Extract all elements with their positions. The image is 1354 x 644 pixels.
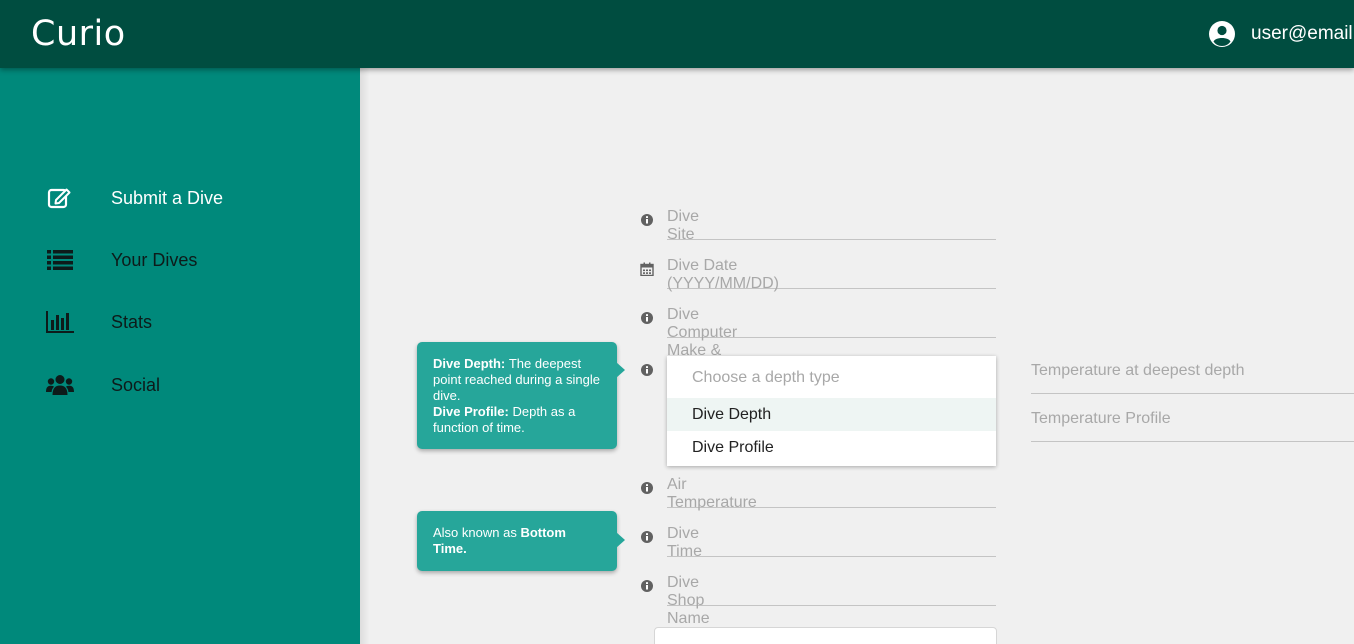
temperature-deepest-placeholder: Temperature at deepest depth: [1031, 362, 1245, 379]
depth-option-dive-depth[interactable]: Dive Depth: [667, 398, 996, 431]
info-icon[interactable]: [640, 481, 654, 495]
list-icon: [46, 248, 74, 272]
account-circle-icon: [1208, 20, 1236, 48]
dive-time-input[interactable]: [667, 521, 996, 557]
dive-site-input[interactable]: [667, 204, 996, 240]
tooltip-term-dive-depth: Dive Depth:: [433, 356, 509, 371]
depth-type-placeholder: Choose a depth type: [692, 369, 840, 386]
dive-shop-input[interactable]: [667, 570, 996, 606]
tooltip-arrow: [616, 532, 625, 548]
sidebar-item-social[interactable]: Social: [0, 360, 360, 410]
tooltip-term-dive-profile: Dive Profile:: [433, 404, 513, 419]
users-icon: [46, 373, 74, 397]
depth-tooltip: Dive Depth: The deepest point reached du…: [417, 342, 625, 449]
air-temperature-placeholder: Air Temperature: [667, 476, 757, 511]
user-email: user@email: [1251, 23, 1353, 44]
temperature-profile-input[interactable]: Temperature Profile: [1031, 404, 1354, 442]
dive-date-placeholder: Dive Date (YYYY/MM/DD): [667, 257, 779, 292]
sidebar-item-label: Your Dives: [111, 249, 198, 270]
edit-icon: [46, 186, 74, 210]
content-shadow: [360, 68, 370, 644]
bar-chart-icon: [46, 310, 74, 334]
dive-time-tooltip: Also known as Bottom Time.: [417, 511, 625, 571]
next-field-box[interactable]: [654, 627, 997, 644]
sidebar-item-label: Social: [111, 374, 161, 395]
tooltip-arrow: [616, 362, 625, 378]
top-app-bar: Curio user@email: [0, 0, 1354, 68]
sidebar-item-your-dives[interactable]: Your Dives: [0, 235, 360, 285]
info-icon[interactable]: [640, 363, 654, 377]
sidebar-item-label: Submit a Dive: [111, 187, 224, 208]
depth-option-dive-profile[interactable]: Dive Profile: [667, 431, 996, 464]
user-menu[interactable]: user@email: [1208, 18, 1353, 50]
tooltip-prefix: Also known as: [433, 525, 521, 540]
dive-site-placeholder: Dive Site: [667, 208, 700, 243]
sidebar: Submit a Dive Your Dives Stats Social: [0, 68, 360, 644]
calendar-icon[interactable]: [640, 262, 654, 277]
temperature-deepest-input[interactable]: Temperature at deepest depth: [1031, 356, 1354, 394]
sidebar-item-stats[interactable]: Stats: [0, 297, 360, 347]
dive-time-placeholder: Dive Time: [667, 525, 702, 560]
info-icon[interactable]: [640, 579, 654, 593]
info-icon[interactable]: [640, 311, 654, 325]
temperature-profile-placeholder: Temperature Profile: [1031, 410, 1171, 427]
info-icon[interactable]: [640, 213, 654, 227]
depth-type-select[interactable]: Choose a depth type Dive Depth Dive Prof…: [667, 356, 996, 466]
app-title[interactable]: Curio: [31, 14, 126, 54]
sidebar-item-label: Stats: [111, 311, 153, 332]
info-icon[interactable]: [640, 530, 654, 544]
dive-shop-placeholder: Dive Shop Name: [667, 574, 710, 627]
sidebar-item-submit-dive[interactable]: Submit a Dive: [0, 173, 360, 223]
